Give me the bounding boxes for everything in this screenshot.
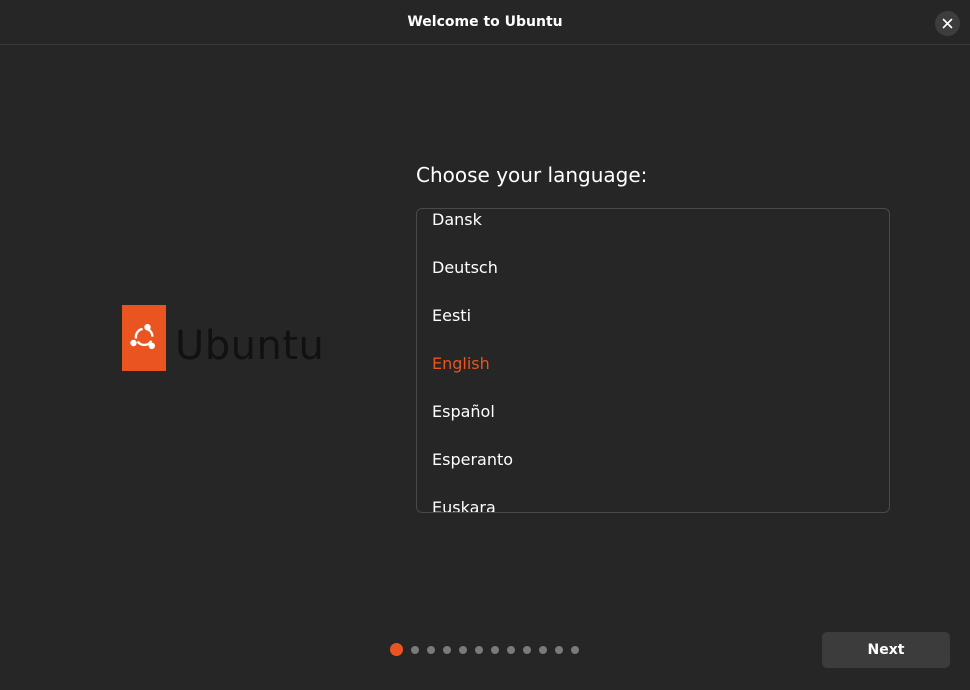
page-dot (475, 646, 483, 654)
ubuntu-logo-icon (122, 305, 166, 371)
next-button[interactable]: Next (822, 632, 950, 668)
close-button[interactable] (935, 11, 960, 36)
language-item-euskara[interactable]: Euskara (417, 484, 889, 512)
page-dot (523, 646, 531, 654)
window-title: Welcome to Ubuntu (407, 14, 563, 30)
page-dot (507, 646, 515, 654)
page-dot (491, 646, 499, 654)
page-dot (459, 646, 467, 654)
installer-window: Welcome to Ubuntu Ubuntu Choose your lan… (0, 0, 970, 690)
page-dot-active (390, 643, 403, 656)
language-list-viewport: Dansk Deutsch Eesti English Español Esperanto… (417, 209, 889, 512)
language-item-eesti[interactable]: Eesti (417, 292, 889, 340)
page-dot (571, 646, 579, 654)
page-heading: Choose your language: (416, 163, 648, 187)
language-item-deutsch[interactable]: Deutsch (417, 244, 889, 292)
page-dot (443, 646, 451, 654)
ubuntu-wordmark: Ubuntu (175, 323, 325, 369)
ubuntu-logo: Ubuntu (122, 305, 325, 371)
title-bar: Welcome to Ubuntu (0, 0, 970, 45)
page-dot (411, 646, 419, 654)
page-dot (539, 646, 547, 654)
page-dot (555, 646, 563, 654)
language-item-español[interactable]: Español (417, 388, 889, 436)
language-item-esperanto[interactable]: Esperanto (417, 436, 889, 484)
language-list[interactable]: Dansk Deutsch Eesti English Español Esperanto… (416, 208, 890, 513)
language-item-english[interactable]: English (417, 340, 889, 388)
language-item-dansk[interactable]: Dansk (417, 209, 889, 244)
page-dot (427, 646, 435, 654)
close-icon (942, 18, 953, 29)
